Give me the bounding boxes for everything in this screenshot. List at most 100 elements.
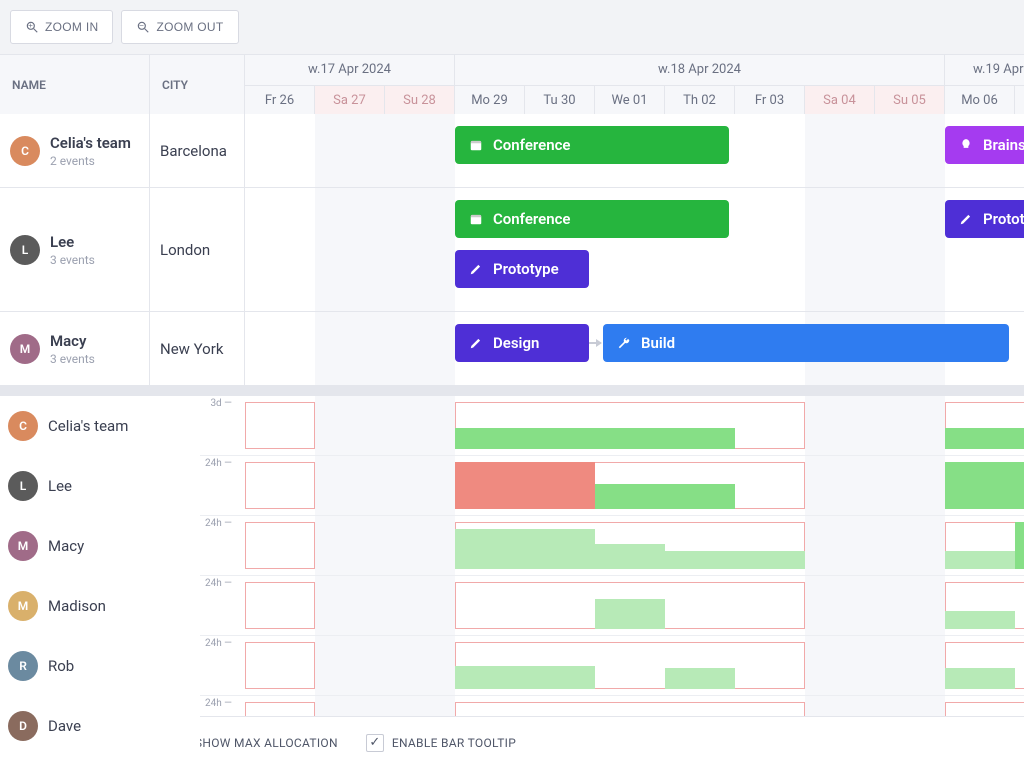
allocation-box bbox=[245, 522, 315, 569]
allocation-box bbox=[245, 582, 315, 629]
column-header-city[interactable]: CITY bbox=[150, 55, 245, 115]
day-header[interactable]: Sa 04 bbox=[805, 85, 875, 115]
zoom-in-icon bbox=[25, 20, 39, 34]
event-bar[interactable]: Brainstorm bbox=[945, 126, 1024, 164]
event-bar[interactable]: Prototype bbox=[455, 250, 589, 288]
weekend-shade bbox=[385, 188, 455, 311]
checkbox-box[interactable] bbox=[366, 734, 384, 752]
timeline-header: NAME CITY w.17 Apr 2024w.18 Apr 2024w.19… bbox=[0, 54, 1024, 114]
allocation-fill bbox=[455, 529, 595, 569]
histogram-scale-label: 24h — bbox=[200, 578, 232, 589]
event-bar[interactable]: Conference bbox=[455, 126, 729, 164]
day-header[interactable]: Mo 06 bbox=[945, 85, 1015, 115]
week-header: w.18 Apr 2024 bbox=[455, 55, 945, 85]
weekend-shade bbox=[805, 188, 875, 311]
day-header[interactable]: Su 05 bbox=[875, 85, 945, 115]
weekend-shade bbox=[385, 114, 455, 187]
zoom-in-label: ZOOM IN bbox=[45, 20, 98, 34]
histogram-stage[interactable] bbox=[245, 636, 1024, 695]
histogram-scale-label: 24h — bbox=[200, 638, 232, 649]
histogram-name-cell[interactable]: MMacy bbox=[0, 516, 200, 576]
event-bar[interactable]: Prototype bbox=[945, 200, 1024, 238]
resource-timeline[interactable]: Conference Prototype Prototype bbox=[245, 188, 1024, 311]
histogram-name-cell[interactable]: RRob bbox=[0, 636, 200, 696]
toolbar: ZOOM IN ZOOM OUT bbox=[0, 0, 1024, 54]
day-header[interactable]: Sa 27 bbox=[315, 85, 385, 115]
weekend-shade bbox=[315, 636, 385, 695]
calendar-icon bbox=[469, 138, 483, 152]
day-header[interactable]: Mo 29 bbox=[455, 85, 525, 115]
pane-divider[interactable] bbox=[0, 386, 1024, 396]
histogram-name-cell[interactable]: DDave bbox=[0, 696, 200, 756]
day-header[interactable]: We 01 bbox=[595, 85, 665, 115]
histogram-row: CCelia's team3d — bbox=[0, 396, 1024, 456]
day-header[interactable]: Th 02 bbox=[665, 85, 735, 115]
histogram-stage[interactable] bbox=[245, 576, 1024, 635]
histogram-stage[interactable] bbox=[245, 456, 1024, 515]
event-label: Brainstorm bbox=[983, 136, 1024, 154]
avatar: D bbox=[8, 711, 38, 741]
resource-name-cell[interactable]: M Macy 3 events bbox=[0, 312, 150, 385]
pencil-icon bbox=[469, 336, 483, 350]
weekend-shade bbox=[805, 114, 875, 187]
histogram-stage[interactable] bbox=[245, 516, 1024, 575]
histogram-name-cell[interactable]: LLee bbox=[0, 456, 200, 516]
allocation-fill bbox=[1015, 522, 1024, 569]
resource-name: Macy bbox=[50, 332, 95, 350]
zoom-in-button[interactable]: ZOOM IN bbox=[10, 10, 113, 44]
histogram-name-cell[interactable]: MMadison bbox=[0, 576, 200, 636]
allocation-fill bbox=[945, 668, 1015, 689]
histogram-stage[interactable] bbox=[245, 396, 1024, 455]
day-header[interactable]: Tu 30 bbox=[525, 85, 595, 115]
event-bar[interactable]: Conference bbox=[455, 200, 729, 238]
allocation-fill bbox=[455, 428, 735, 449]
resource-meta: 3 events bbox=[50, 352, 95, 366]
weekend-shade bbox=[875, 188, 945, 311]
weekend-shade bbox=[805, 456, 875, 515]
resource-timeline[interactable]: Conference Brainstorm bbox=[245, 114, 1024, 187]
avatar: L bbox=[8, 471, 38, 501]
weekend-shade bbox=[805, 636, 875, 695]
histogram-name: Celia's team bbox=[48, 417, 128, 435]
allocation-fill bbox=[945, 551, 1015, 569]
event-label: Conference bbox=[493, 210, 571, 228]
resource-name-cell[interactable]: LLee3 events bbox=[0, 188, 150, 311]
event-label: Design bbox=[493, 334, 539, 352]
column-header-name[interactable]: NAME bbox=[0, 55, 150, 115]
checkbox-option[interactable]: ENABLE BAR TOOLTIP bbox=[366, 734, 516, 752]
allocation-fill bbox=[595, 599, 665, 629]
histogram-scale-label: 24h — bbox=[200, 458, 232, 469]
resource-name-cell[interactable]: CCelia's team2 events bbox=[0, 114, 150, 187]
resource-timeline[interactable]: Design Build bbox=[245, 312, 1024, 385]
day-header[interactable]: Su 28 bbox=[385, 85, 455, 115]
histogram-name-cell[interactable]: CCelia's team bbox=[0, 396, 200, 456]
event-bar[interactable]: Design bbox=[455, 324, 589, 362]
avatar: L bbox=[10, 235, 40, 265]
allocation-fill bbox=[665, 551, 735, 569]
day-header[interactable]: Tu 07 bbox=[1015, 85, 1024, 115]
day-header[interactable]: Fr 03 bbox=[735, 85, 805, 115]
weekend-shade bbox=[315, 516, 385, 575]
weekend-shade bbox=[315, 456, 385, 515]
pencil-icon bbox=[959, 212, 973, 226]
allocation-fill bbox=[945, 428, 1024, 449]
weekend-shade bbox=[875, 396, 945, 455]
weekend-shade bbox=[385, 312, 455, 385]
histogram-scale-label: 3d — bbox=[200, 398, 232, 409]
allocation-fill bbox=[595, 544, 665, 569]
scheduler-grid[interactable]: CCelia's team2 eventsBarcelonaConference… bbox=[0, 114, 1024, 386]
allocation-fill bbox=[455, 666, 595, 689]
avatar: M bbox=[10, 334, 40, 364]
weekend-shade bbox=[875, 456, 945, 515]
weekend-shade bbox=[805, 516, 875, 575]
checkbox-label: SHOW MAX ALLOCATION bbox=[195, 736, 338, 750]
allocation-box bbox=[245, 402, 315, 449]
day-header[interactable]: Fr 26 bbox=[245, 85, 315, 115]
weekend-shade bbox=[385, 456, 455, 515]
zoom-out-button[interactable]: ZOOM OUT bbox=[121, 10, 238, 44]
allocation-box bbox=[245, 462, 315, 509]
histogram-panel[interactable]: CCelia's team3d —LLee24h —MMacy24h —MMad… bbox=[0, 396, 1024, 756]
event-bar[interactable]: Build bbox=[603, 324, 1009, 362]
allocation-fill bbox=[945, 462, 1024, 509]
allocation-fill bbox=[735, 551, 805, 569]
